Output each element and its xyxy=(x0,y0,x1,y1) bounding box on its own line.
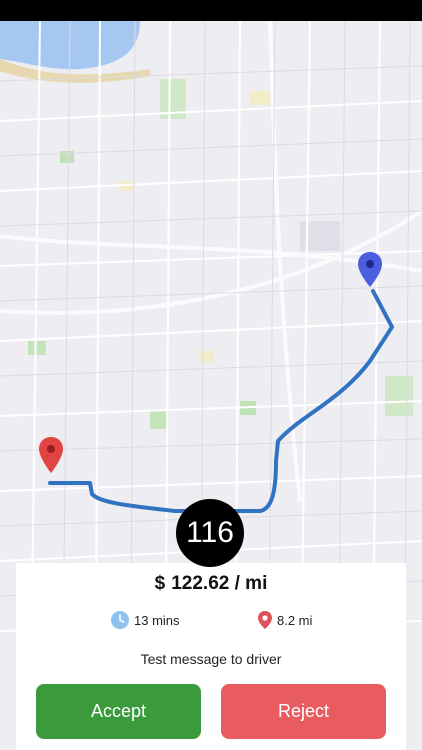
ride-request-card: $122.62 / mi 13 mins 8.2 mi Test message… xyxy=(16,563,406,750)
trip-time-value: 13 mins xyxy=(134,612,180,628)
clock-icon xyxy=(111,611,129,629)
request-counter-badge: 116 xyxy=(176,499,244,567)
currency-symbol: $ xyxy=(154,573,166,594)
trip-distance: 8.2 mi xyxy=(258,611,312,629)
trip-time: 13 mins xyxy=(111,611,180,629)
status-bar xyxy=(0,0,422,21)
reject-button[interactable]: Reject xyxy=(221,684,386,739)
park-area xyxy=(150,411,168,429)
accept-button[interactable]: Accept xyxy=(36,684,201,739)
location-pin-icon xyxy=(258,611,272,629)
park-area xyxy=(28,341,46,355)
rate-value: 122.62 / mi xyxy=(171,573,268,594)
poi-block xyxy=(200,351,214,363)
rider-message: Test message to driver xyxy=(140,651,282,667)
pickup-pin-icon[interactable] xyxy=(358,252,382,287)
poi-block xyxy=(250,91,270,105)
price-rate: $122.62 / mi xyxy=(16,573,406,595)
dropoff-pin-icon[interactable] xyxy=(39,437,63,473)
trip-distance-value: 8.2 mi xyxy=(277,612,313,628)
park-area xyxy=(385,376,413,416)
